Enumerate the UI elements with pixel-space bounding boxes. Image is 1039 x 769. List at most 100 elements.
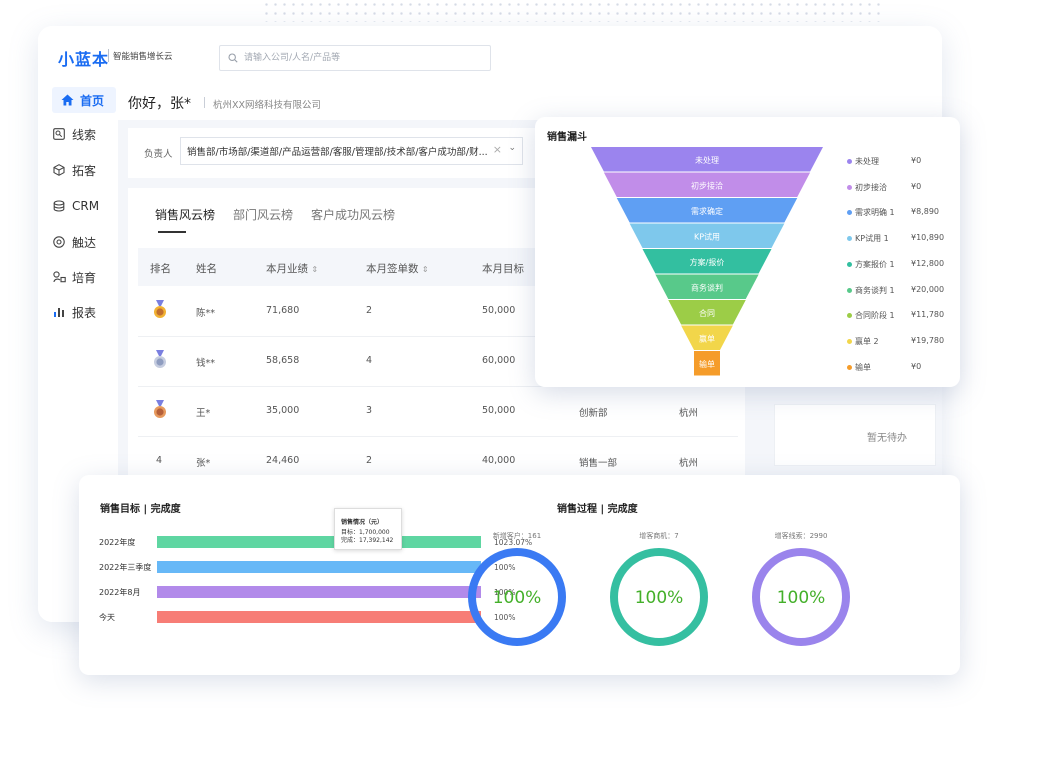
funnel-legend-item: 商务谈判 1 ¥20,000 (847, 285, 957, 297)
ring-percent-text: 100% (493, 588, 542, 608)
sidebar-item-label: 拓客 (72, 163, 97, 178)
tooltip-done: 完成：17,392,142 (341, 537, 394, 544)
funnel-stage-label: 合同 (699, 308, 715, 318)
top-bar: 小蓝本 智能销售增长云 (38, 26, 942, 84)
legend-dot (847, 236, 852, 242)
logo-tagline: 智能销售增长云 (113, 52, 173, 62)
sidebar-item-label: 触达 (72, 235, 97, 250)
sales-summary-card: 销售目标 | 完成度 2022年度 1023.07% 2022年三季度 100% 202… (79, 475, 960, 675)
legend-stage-value: ¥10,890 (911, 233, 945, 243)
greeting-divider (204, 97, 205, 108)
search-icon (228, 53, 238, 63)
sidebar-item-reach[interactable]: 触达 (52, 229, 114, 255)
sort-icon[interactable]: ⇕ (422, 265, 429, 274)
home-icon (60, 93, 74, 107)
todo-card: 暂无待办 (774, 404, 936, 466)
tab-department-leaderboard[interactable]: 部门风云榜 (233, 206, 293, 223)
sidebar-item-label: 培育 (72, 270, 97, 285)
target-bar[interactable] (157, 536, 481, 548)
sidebar-item-label: 报表 (72, 305, 97, 320)
funnel-legend-item: 赢单 2 ¥19,780 (847, 336, 957, 348)
sidebar-item-crm[interactable]: CRM (52, 193, 114, 219)
cell-deals: 2 (366, 455, 373, 466)
legend-dot (847, 364, 852, 370)
logo-divider (108, 49, 109, 62)
cell-sales: 24,460 (266, 455, 300, 466)
cell-target: 50,000 (482, 405, 516, 416)
owner-filter-card: 负责人 销售部/市场部/渠道部/产品运营部/客服/管理部/技术部/客户成功部/财… (128, 128, 548, 178)
active-tab-indicator (158, 231, 186, 233)
target-bar[interactable] (157, 586, 481, 598)
cell-deals: 3 (366, 405, 373, 416)
funnel-stage-label: 需求确定 (691, 206, 723, 216)
sidebar-item-leads[interactable]: 线索 (52, 121, 114, 147)
gold-medal-icon (154, 300, 166, 318)
search-input[interactable] (242, 52, 466, 64)
logo: 小蓝本 (58, 50, 110, 69)
column-header-monthly-sales[interactable]: 本月业绩 ⇕ (266, 261, 318, 276)
cell-sales: 71,680 (266, 305, 300, 316)
legend-stage-value: ¥20,000 (911, 284, 945, 294)
sales-target-title: 销售目标 | 完成度 (100, 504, 181, 515)
legend-stage-value: ¥0 (911, 181, 922, 191)
sidebar-item-home[interactable]: 首页 (52, 87, 116, 113)
cell-rank: 4 (156, 455, 163, 466)
legend-stage-name: 赢单 2 (855, 336, 879, 346)
sidebar-item-label: CRM (72, 199, 100, 213)
ring-percent-text: 100% (635, 588, 684, 608)
legend-stage-name: 未处理 (855, 157, 879, 166)
bronze-medal-icon (154, 400, 166, 418)
ring-metric-label: 增客商机：7 (639, 532, 679, 540)
target-bar[interactable] (157, 611, 481, 623)
nurture-icon (52, 270, 66, 284)
legend-stage-name: 合同阶段 1 (855, 311, 895, 321)
cell-city: 杭州 (679, 458, 699, 469)
chevron-down-icon[interactable]: ⌄ (508, 143, 516, 153)
column-header-monthly-deals[interactable]: 本月签单数 ⇕ (366, 261, 429, 276)
completion-ring: 100% (610, 548, 708, 646)
legend-dot (847, 287, 852, 293)
completion-ring: 100% (468, 548, 566, 646)
legend-stage-name: 商务谈判 1 (855, 285, 895, 295)
table-row[interactable]: 王* 35,000 3 50,000 创新部 杭州 (138, 386, 738, 437)
cell-sales: 35,000 (266, 405, 300, 416)
target-bar[interactable] (157, 561, 481, 573)
cell-name: 王* (196, 408, 211, 419)
owner-select[interactable]: 销售部/市场部/渠道部/产品运营部/客服/管理部/技术部/客户成功部/财... … (180, 137, 523, 165)
tab-sales-leaderboard[interactable]: 销售风云榜 (155, 206, 215, 223)
legend-dot (847, 184, 852, 190)
ring-percent-text: 100% (777, 588, 826, 608)
tooltip-title: 销售情况（元） (341, 519, 384, 526)
sales-funnel-title: 销售漏斗 (547, 132, 587, 143)
legend-dot (847, 338, 852, 344)
sort-icon[interactable]: ⇕ (311, 265, 318, 274)
cell-target: 50,000 (482, 305, 516, 316)
cube-icon (52, 163, 66, 177)
sidebar-item-label: 线索 (72, 127, 97, 142)
funnel-stage-label: 输单 (699, 359, 715, 369)
sidebar-item-reports[interactable]: 报表 (52, 299, 114, 325)
column-header-name: 姓名 (196, 263, 217, 275)
tab-customer-success-leaderboard[interactable]: 客户成功风云榜 (311, 206, 395, 223)
ring-metric-label: 新增客户：161 (492, 532, 542, 540)
decorative-dot-grid (262, 0, 882, 22)
funnel-stage-label: 方案/报价 (690, 257, 725, 267)
legend-stage-name: 输单 (855, 362, 871, 372)
legend-stage-value: ¥12,800 (911, 258, 945, 268)
global-search[interactable] (219, 45, 491, 71)
completion-ring: 100% (752, 548, 850, 646)
target-bar-label: 2022年三季度 (99, 563, 152, 572)
sidebar-item-nurture[interactable]: 培育 (52, 264, 114, 290)
clear-icon[interactable]: × (493, 143, 502, 156)
legend-dot (847, 261, 852, 267)
funnel-stage-label: 未处理 (695, 155, 719, 165)
sales-funnel-card: 销售漏斗 未处理 初步接洽 需求确定 KP试用 方案/报价 商务谈判 合同 赢单 输单 未处理 ¥… (535, 117, 960, 387)
sidebar-item-prospecting[interactable]: 拓客 (52, 157, 114, 183)
funnel-stage-label: 初步接洽 (691, 180, 723, 190)
target-bar-label: 2022年8月 (99, 588, 141, 597)
legend-stage-name: 初步接洽 (855, 182, 887, 192)
cell-target: 60,000 (482, 355, 516, 366)
funnel-legend-item: 初步接洽 ¥0 (847, 182, 957, 194)
legend-stage-value: ¥11,780 (911, 310, 945, 320)
legend-stage-name: KP试用 1 (855, 234, 889, 244)
